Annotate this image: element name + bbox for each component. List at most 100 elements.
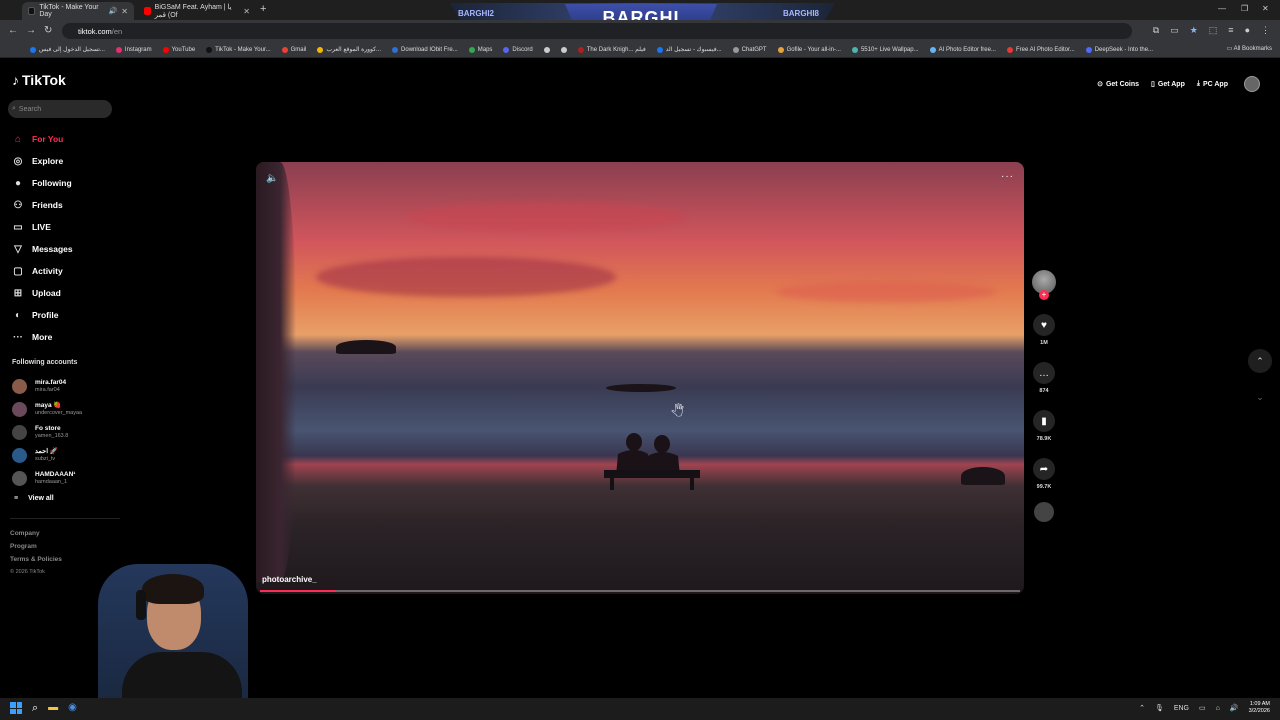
maximize-icon[interactable]: ❐ bbox=[1241, 4, 1248, 13]
clock[interactable]: 1:09 AM 3/2/2026 bbox=[1249, 701, 1270, 715]
back-icon[interactable]: ← bbox=[8, 25, 18, 36]
volume-icon[interactable]: 🔊 bbox=[1230, 704, 1239, 712]
get-coins-button[interactable]: ⊙ Get Coins bbox=[1093, 75, 1143, 93]
bookmark-favicon-icon bbox=[929, 46, 936, 53]
bookmark-item[interactable]: 5510+ Live Wallpap... bbox=[851, 46, 919, 53]
following-account-item[interactable]: maya 🍓 undercover_mayaa bbox=[12, 398, 82, 421]
view-all-button[interactable]: ≡ View all bbox=[14, 495, 54, 502]
account-name: احمد 🚀 bbox=[35, 448, 58, 455]
user-avatar[interactable] bbox=[1244, 76, 1260, 92]
sidebar-item-activity[interactable]: ▢ Activity bbox=[12, 260, 73, 282]
comment-button[interactable]: … bbox=[1033, 362, 1055, 384]
bookmark-star-icon[interactable]: ★ bbox=[1190, 25, 1198, 36]
pc-app-button[interactable]: ⤓ PC App bbox=[1193, 75, 1232, 93]
chevron-up-icon: ⌃ bbox=[1256, 355, 1264, 366]
bookmark-item[interactable] bbox=[543, 46, 550, 53]
pc-app-label: PC App bbox=[1202, 80, 1228, 88]
following-account-item[interactable]: HAMDAAAN¹ hamdaaan_1 bbox=[12, 467, 82, 490]
like-button[interactable]: ♥ bbox=[1033, 314, 1055, 336]
share-button[interactable]: ➦ bbox=[1033, 458, 1055, 480]
footer-company-link[interactable]: Company bbox=[10, 527, 62, 540]
video-more-icon[interactable]: ··· bbox=[1001, 171, 1014, 182]
tab-tiktok[interactable]: TikTok - Make Your Day 🔊 ✕ bbox=[22, 2, 134, 20]
microphone-icon[interactable]: 🎙 bbox=[1155, 704, 1164, 712]
bookmark-item[interactable]: Gofile - Your all-in-... bbox=[777, 46, 841, 53]
menu-icon[interactable]: ⋮ bbox=[1261, 25, 1270, 36]
minimize-icon[interactable]: — bbox=[1218, 4, 1226, 13]
tiktok-logo[interactable]: ♪ TikTok bbox=[12, 72, 66, 88]
bookmark-item[interactable]: AI Photo Editor free... bbox=[929, 46, 996, 53]
bookmark-item[interactable]: ChatGPT bbox=[732, 46, 767, 53]
bookmark-item[interactable]: تسجيل الدخول إلى فيس... bbox=[30, 46, 105, 53]
language-indicator[interactable]: ENG bbox=[1174, 705, 1189, 712]
sidebar-item-more[interactable]: ··· More bbox=[12, 326, 73, 348]
bookmark-item[interactable]: Download IObit Fre... bbox=[392, 46, 458, 53]
display-icon[interactable]: ▭ bbox=[1199, 704, 1206, 712]
previous-video-button[interactable]: ⌃ bbox=[1248, 349, 1272, 373]
following-account-item[interactable]: احمد 🚀 subzi_tv bbox=[12, 444, 82, 467]
close-tab-icon[interactable]: ✕ bbox=[121, 7, 128, 16]
reload-icon[interactable]: ↻ bbox=[44, 25, 52, 36]
bookmark-item[interactable]: Gmail bbox=[281, 46, 306, 53]
extensions-icon[interactable]: ⬚ bbox=[1209, 25, 1218, 36]
windows-start-icon[interactable] bbox=[10, 702, 22, 714]
music-disc-icon[interactable] bbox=[1034, 502, 1054, 522]
bookmark-item[interactable]: The Dark Knigh... فيلم bbox=[577, 46, 646, 53]
get-app-button[interactable]: ▯ Get App bbox=[1147, 75, 1189, 93]
sidebar-item-messages[interactable]: ▽ Messages bbox=[12, 238, 73, 260]
profile-icon[interactable]: ● bbox=[1245, 25, 1250, 36]
install-app-icon[interactable]: ▭ bbox=[1170, 25, 1179, 36]
bookmark-item[interactable] bbox=[560, 46, 567, 53]
close-tab-icon[interactable]: ✕ bbox=[243, 7, 250, 16]
chevron-up-icon[interactable]: ⌃ bbox=[1139, 704, 1145, 712]
sidebar-item-upload[interactable]: ⊞ Upload bbox=[12, 282, 73, 304]
sidebar-item-following[interactable]: ● Following bbox=[12, 172, 73, 194]
bookmark-item[interactable]: DeepSeek - Into the... bbox=[1085, 46, 1153, 53]
sidebar-item-live[interactable]: ▭ LIVE bbox=[12, 216, 73, 238]
messages-icon: ▽ bbox=[14, 243, 22, 255]
bookmark-label: AI Photo Editor free... bbox=[938, 46, 996, 53]
bookmark-item[interactable]: TikTok - Make Your... bbox=[206, 46, 271, 53]
file-explorer-icon[interactable]: ▬ bbox=[48, 702, 58, 715]
upload-icon: ⊞ bbox=[13, 287, 23, 299]
bookmark-label: Gofile - Your all-in-... bbox=[786, 46, 841, 53]
sidebar-item-profile[interactable]: ◐ Profile bbox=[12, 304, 73, 326]
sidebar-item-label: Activity bbox=[32, 266, 63, 276]
address-input[interactable]: tiktok.com/en bbox=[62, 23, 1132, 39]
save-button[interactable]: ▮ bbox=[1033, 410, 1055, 432]
network-icon[interactable]: ⌂ bbox=[1216, 705, 1220, 712]
bookmark-item[interactable]: Instagram bbox=[115, 46, 152, 53]
bookmark-item[interactable]: كوورة الموقع العرب... bbox=[317, 46, 381, 53]
creator-avatar[interactable]: + bbox=[1032, 270, 1056, 300]
search-icon[interactable]: ⌕ bbox=[32, 702, 38, 715]
bookmark-item[interactable]: Free AI Photo Editor... bbox=[1006, 46, 1075, 53]
bookmark-item[interactable]: فيسبوك - تسجيل الد... bbox=[656, 46, 722, 53]
bookmark-item[interactable]: YouTube bbox=[162, 46, 195, 53]
tab-youtube[interactable]: BiGSaM Feat. Ayham | يا قمر (Of ✕ bbox=[138, 2, 256, 20]
follow-plus-icon[interactable]: + bbox=[1039, 290, 1049, 300]
bookmark-item[interactable]: Discord bbox=[503, 46, 533, 53]
share-icon: ➦ bbox=[1039, 463, 1049, 475]
bookmark-item[interactable]: Maps bbox=[468, 46, 492, 53]
sidebar-item-explore[interactable]: ◎ Explore bbox=[12, 150, 73, 172]
following-account-item[interactable]: mira.far04 mira.far04 bbox=[12, 375, 82, 398]
footer-program-link[interactable]: Program bbox=[10, 540, 62, 553]
next-video-button[interactable]: ⌄ bbox=[1248, 385, 1272, 409]
sidebar-item-friends[interactable]: ⚇ Friends bbox=[12, 194, 73, 216]
following-account-item[interactable]: Fo store yamen_163.8 bbox=[12, 421, 82, 444]
close-window-icon[interactable]: ✕ bbox=[1262, 4, 1269, 13]
volume-icon[interactable]: 🔈 bbox=[266, 173, 278, 184]
forward-icon[interactable]: → bbox=[26, 25, 36, 36]
footer-terms-link[interactable]: Terms & Policies bbox=[10, 553, 62, 566]
chrome-icon[interactable]: ◉ bbox=[68, 702, 77, 715]
search-input[interactable]: ⌕ Search bbox=[8, 100, 112, 118]
activity-icon: ▢ bbox=[13, 265, 23, 277]
bookmark-label: Download IObit Fre... bbox=[401, 46, 458, 53]
sidebar-item-for-you[interactable]: ⌂ For You bbox=[12, 128, 73, 150]
translate-icon[interactable]: ⧉ bbox=[1153, 25, 1159, 36]
new-tab-icon[interactable]: + bbox=[260, 3, 266, 15]
video-progress-bar[interactable] bbox=[260, 590, 1020, 592]
all-bookmarks-button[interactable]: ▭ All Bookmarks bbox=[1227, 45, 1272, 52]
video-player[interactable]: 🔈 ··· 🖑 photoarchive_ bbox=[256, 162, 1024, 594]
media-icon[interactable]: ≡ bbox=[1228, 25, 1233, 36]
